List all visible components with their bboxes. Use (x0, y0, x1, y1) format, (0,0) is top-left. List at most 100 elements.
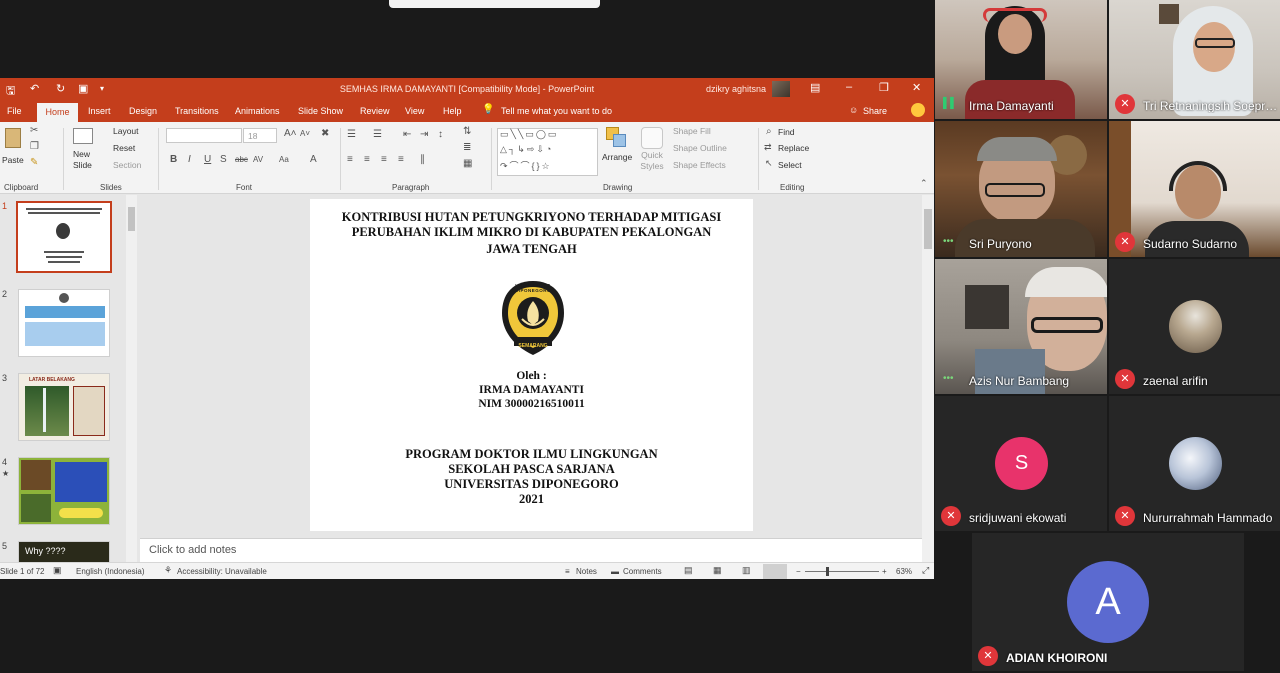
font-name-combo[interactable] (166, 128, 242, 143)
zoom-in-icon[interactable]: + (882, 567, 887, 576)
participant-tile[interactable]: ✕ zaenal arifin (1109, 259, 1280, 394)
tab-slide-show[interactable]: Slide Show (298, 106, 343, 116)
align-left-icon[interactable]: ≡ (347, 154, 353, 165)
participant-tile[interactable]: ▌▌ Irma Damayanti (935, 0, 1107, 119)
tab-home[interactable]: Home (37, 103, 78, 122)
notes-pane[interactable]: Click to add notes (140, 538, 922, 562)
accessibility-status[interactable]: Accessibility: Unavailable (177, 567, 267, 576)
shadow-icon[interactable]: S (220, 154, 227, 165)
fit-slide-icon[interactable]: ⤢ (922, 565, 929, 576)
columns-icon[interactable]: ∥ (420, 154, 425, 165)
participant-tile[interactable]: ✕ Sudarno Sudarno (1109, 121, 1280, 257)
slide-title-line[interactable]: KONTRIBUSI HUTAN PETUNGKRIYONO TERHADAP … (310, 210, 753, 225)
slide-title-line[interactable]: JAWA TENGAH (310, 242, 753, 257)
tab-help[interactable]: Help (443, 106, 462, 116)
tab-view[interactable]: View (405, 106, 424, 116)
quick-styles-icon[interactable] (641, 127, 663, 149)
arrange-button[interactable]: Arrange (602, 152, 632, 162)
slide-program[interactable]: PROGRAM DOKTOR ILMU LINGKUNGAN (310, 447, 753, 462)
zoom-out-icon[interactable]: − (796, 567, 801, 576)
copy-icon[interactable]: ❐ (30, 141, 39, 152)
slide-oleh[interactable]: Oleh : (310, 369, 753, 384)
slide-year[interactable]: 2021 (310, 492, 753, 507)
participant-tile[interactable]: A ✕ ADIAN KHOIRONI (972, 533, 1244, 671)
tab-insert[interactable]: Insert (88, 106, 111, 116)
align-right-icon[interactable]: ≡ (381, 154, 387, 165)
participant-tile[interactable]: S ✕ sridjuwani ekowati (935, 396, 1107, 531)
shapes-gallery[interactable]: ▭╲╲▭◯▭ △┐↳⇨⇩◔ ↷⌒⌒{}☆ (497, 128, 598, 176)
strikethrough-icon[interactable]: abc (235, 155, 248, 164)
participant-tile[interactable]: ✕ Nururrahmah Hammado (1109, 396, 1280, 531)
quick-styles-button[interactable]: Quick Styles (637, 150, 667, 172)
font-color-icon[interactable]: A (310, 154, 317, 165)
notes-button[interactable]: Notes (576, 567, 597, 576)
share-toolbar-handle[interactable] (389, 0, 600, 8)
slide-thumbnail-3[interactable]: LATAR BELAKANG (18, 373, 110, 441)
text-direction-icon[interactable]: ⇅ (463, 126, 471, 137)
spelling-icon[interactable]: ▣ (53, 565, 62, 576)
shrink-font-icon[interactable]: A˅ (300, 129, 310, 138)
feedback-smiley-icon[interactable] (911, 103, 925, 117)
align-text-icon[interactable]: ≣ (463, 142, 471, 153)
user-avatar[interactable] (772, 81, 790, 97)
paste-icon[interactable] (5, 128, 21, 148)
change-case-icon[interactable]: Aa (279, 155, 289, 164)
participant-tile[interactable]: ••• Azis Nur Bambang (935, 259, 1107, 394)
slideshow-view-icon[interactable] (763, 564, 787, 579)
normal-view-icon[interactable]: ▤ (684, 565, 693, 576)
paste-button[interactable]: Paste (2, 155, 24, 165)
cut-icon[interactable]: ✂ (30, 125, 38, 136)
tell-me-search[interactable]: Tell me what you want to do (501, 106, 612, 116)
slide-sorter-icon[interactable]: ▦ (713, 565, 722, 576)
underline-icon[interactable]: U (204, 154, 211, 165)
zoom-slider[interactable] (805, 571, 879, 572)
language-indicator[interactable]: English (Indonesia) (76, 567, 144, 576)
slide-university[interactable]: UNIVERSITAS DIPONEGORO (310, 477, 753, 492)
section-button[interactable]: Section (113, 160, 141, 170)
smartart-icon[interactable]: ▦ (463, 158, 472, 169)
reading-view-icon[interactable]: ▥ (742, 565, 751, 576)
shape-fill-button[interactable]: Shape Fill (673, 126, 711, 136)
new-slide-button[interactable]: New Slide (73, 149, 101, 171)
user-name[interactable]: dzikry aghitsna (706, 84, 766, 94)
share-button[interactable]: Share (863, 106, 887, 116)
grow-font-icon[interactable]: A˄ (284, 128, 297, 139)
increase-indent-icon[interactable]: ⇥ (420, 129, 428, 140)
slide-nim[interactable]: NIM 30000216510011 (310, 397, 753, 412)
layout-button[interactable]: Layout (113, 126, 139, 136)
slide-thumbnail-5[interactable]: Why ???? (18, 541, 110, 562)
shape-effects-button[interactable]: Shape Effects (673, 160, 726, 170)
participant-tile[interactable]: ••• Sri Puryono (935, 121, 1107, 257)
select-button[interactable]: Select (778, 160, 802, 170)
tab-animations[interactable]: Animations (235, 106, 280, 116)
slide-thumbnail-2[interactable] (18, 289, 110, 357)
format-painter-icon[interactable]: ✎ (30, 157, 38, 168)
slide-canvas[interactable]: KONTRIBUSI HUTAN PETUNGKRIYONO TERHADAP … (310, 199, 753, 531)
slide-thumbnail-4[interactable] (18, 457, 110, 525)
align-center-icon[interactable]: ≡ (364, 154, 370, 165)
slide-thumbnail-1[interactable] (16, 201, 112, 273)
maximize-icon[interactable]: ❐ (879, 81, 889, 94)
italic-icon[interactable]: I (188, 154, 191, 165)
line-spacing-icon[interactable]: ↕ (438, 129, 443, 140)
minimize-icon[interactable]: – (846, 81, 852, 93)
find-button[interactable]: Find (778, 127, 795, 137)
bullets-icon[interactable]: ☰ (347, 129, 356, 140)
justify-icon[interactable]: ≡ (398, 154, 404, 165)
close-icon[interactable]: ✕ (912, 81, 921, 94)
slide-author[interactable]: IRMA DAMAYANTI (310, 383, 753, 398)
ribbon-display-icon[interactable]: ▤ (810, 81, 820, 94)
thumbnail-scrollbar[interactable] (126, 195, 137, 562)
scroll-thumb[interactable] (128, 207, 135, 231)
comments-button[interactable]: Comments (623, 567, 662, 576)
replace-button[interactable]: Replace (778, 143, 809, 153)
slide-scrollbar[interactable] (922, 195, 934, 562)
zoom-level[interactable]: 63% (896, 567, 912, 576)
slide-title-line[interactable]: PERUBAHAN IKLIM MIKRO DI KABUPATEN PEKAL… (310, 225, 753, 240)
collapse-ribbon-icon[interactable]: ⌃ (920, 178, 928, 189)
reset-button[interactable]: Reset (113, 143, 135, 153)
tab-design[interactable]: Design (129, 106, 157, 116)
zoom-slider-knob[interactable] (826, 567, 829, 576)
char-spacing-icon[interactable]: AV (253, 155, 263, 164)
clear-formatting-icon[interactable]: ✖ (321, 128, 329, 139)
